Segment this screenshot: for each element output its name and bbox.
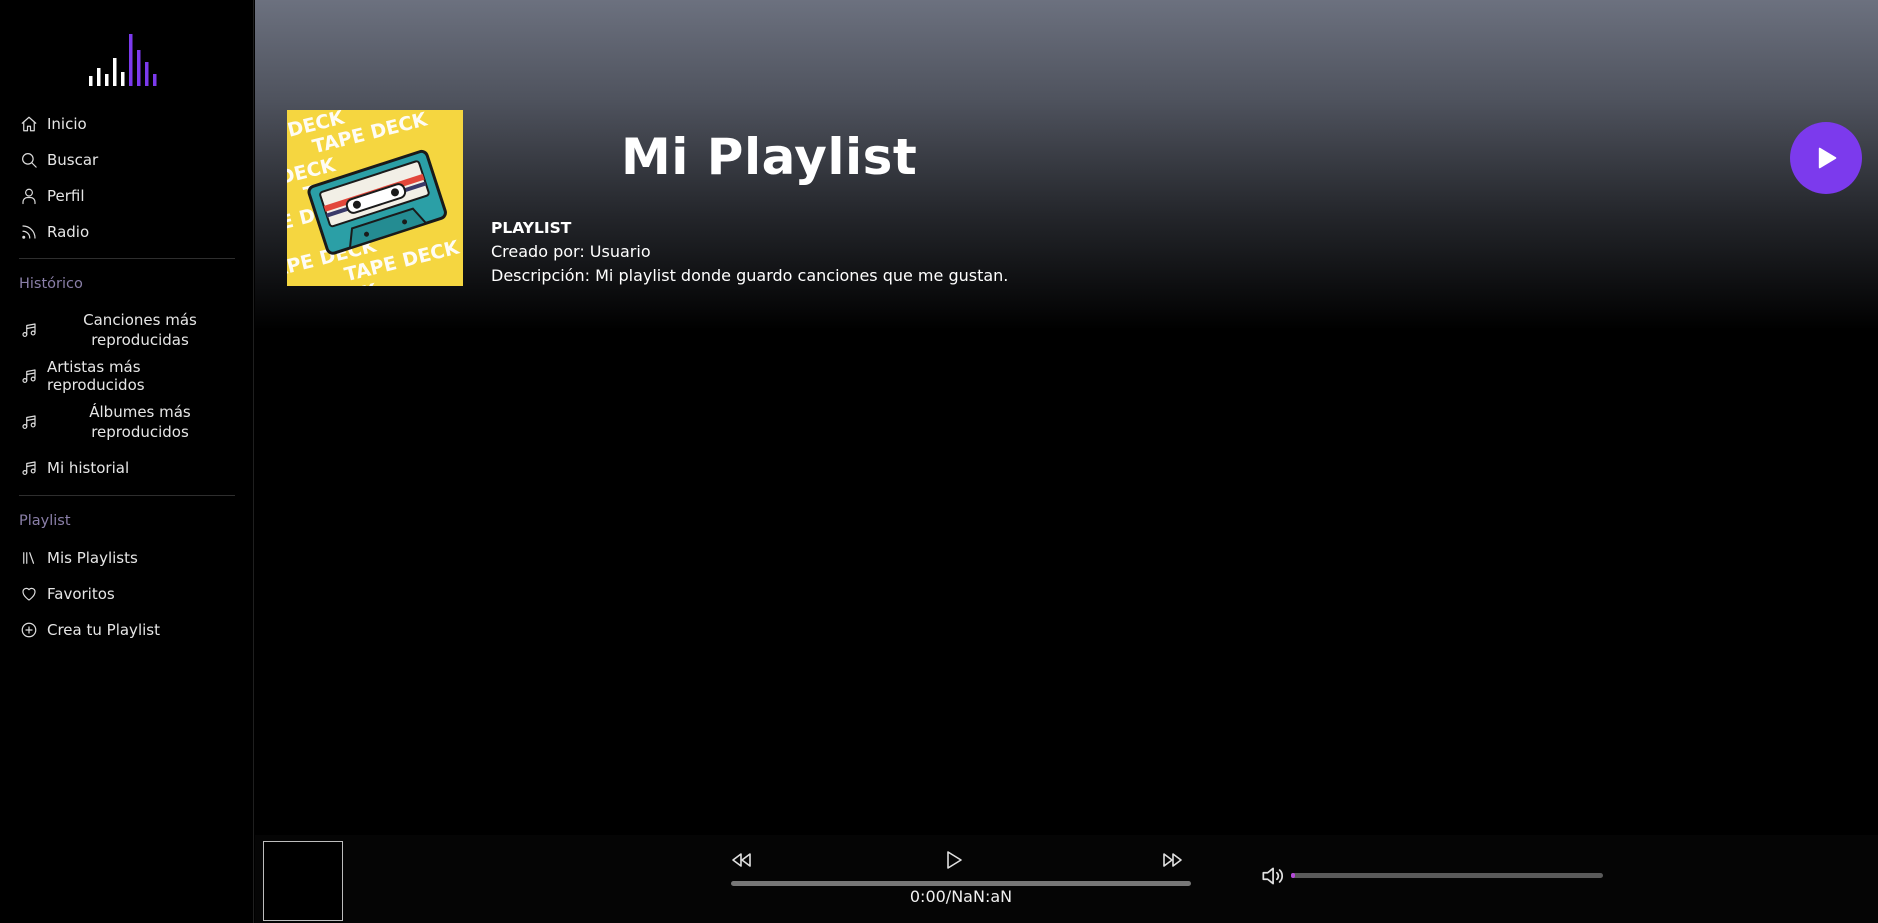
playlist-cover: TAPE DECK TAPE DECK TAPE DECK TAPE DECK … <box>287 110 463 286</box>
plus-circle-icon <box>19 620 39 640</box>
section-heading-playlist: Playlist <box>19 513 71 529</box>
nav-item-radio[interactable]: Radio <box>19 214 237 250</box>
nav-item-label: Favoritos <box>47 585 115 603</box>
nav-item-label: Álbumes más reproducidos <box>89 403 191 441</box>
playlist-title: Mi Playlist <box>621 128 918 186</box>
volume-icon <box>1262 867 1284 885</box>
playlist-nav: Mis Playlists Favoritos Crea tu Playlist <box>19 540 237 648</box>
home-icon <box>19 114 39 134</box>
play-icon <box>1818 147 1837 169</box>
rss-icon <box>19 222 39 242</box>
nav-item-label: Buscar <box>47 151 99 169</box>
historico-nav: Canciones más reproducidas Artistas más … <box>19 307 237 491</box>
nav-item-label: Artistas más reproducidos <box>47 358 145 394</box>
main-content: TAPE DECK TAPE DECK TAPE DECK TAPE DECK … <box>255 0 1878 835</box>
music-note-icon <box>19 366 39 386</box>
play-playlist-button[interactable] <box>1790 122 1862 194</box>
fast-forward-button[interactable] <box>1159 847 1185 873</box>
nav-item-crea-tu-playlist[interactable]: Crea tu Playlist <box>19 612 237 648</box>
cassette-cover-art: TAPE DECK TAPE DECK TAPE DECK TAPE DECK … <box>287 110 463 286</box>
sidebar: Inicio Buscar Perfil Radio Histórico Can… <box>0 0 254 923</box>
rewind-icon <box>732 853 751 867</box>
volume-slider-fill <box>1291 873 1295 878</box>
nav-item-label: Mis Playlists <box>47 549 138 567</box>
playlist-type-label: PLAYLIST <box>491 219 572 237</box>
volume-slider[interactable] <box>1291 873 1603 878</box>
search-icon <box>19 150 39 170</box>
nav-item-buscar[interactable]: Buscar <box>19 142 237 178</box>
nav-item-canciones-mas-reproducidas[interactable]: Canciones más reproducidas <box>19 307 237 353</box>
nav-item-mis-playlists[interactable]: Mis Playlists <box>19 540 237 576</box>
track-progress-bar[interactable] <box>731 881 1191 886</box>
now-playing-artwork <box>263 841 343 921</box>
section-heading-historico: Histórico <box>19 276 83 292</box>
playlist-description: Descripción: Mi playlist donde guardo ca… <box>491 266 1009 285</box>
nav-item-label: Inicio <box>47 115 87 133</box>
rewind-button[interactable] <box>729 847 755 873</box>
playlist-meta: PLAYLIST Creado por: Usuario Descripción… <box>491 216 1008 288</box>
player-bar: 0:00/NaN:aN <box>255 835 1878 923</box>
sidebar-divider <box>19 258 235 259</box>
user-icon <box>19 186 39 206</box>
nav-item-label: Perfil <box>47 187 85 205</box>
nav-item-inicio[interactable]: Inicio <box>19 106 237 142</box>
main-nav: Inicio Buscar Perfil Radio <box>19 106 237 250</box>
play-pause-button[interactable] <box>941 847 967 873</box>
playlist-creator: Creado por: Usuario <box>491 242 651 261</box>
heart-icon <box>19 584 39 604</box>
nav-item-mi-historial[interactable]: Mi historial <box>19 445 237 491</box>
nav-item-albumes-mas-reproducidos[interactable]: Álbumes más reproducidos <box>19 399 237 445</box>
nav-item-favoritos[interactable]: Favoritos <box>19 576 237 612</box>
nav-item-label: Mi historial <box>47 459 130 477</box>
nav-item-label: Radio <box>47 223 90 241</box>
track-time: 0:00/NaN:aN <box>909 887 1013 906</box>
nav-item-perfil[interactable]: Perfil <box>19 178 237 214</box>
sidebar-divider <box>19 495 235 496</box>
nav-item-label: Crea tu Playlist <box>47 621 160 639</box>
app-logo[interactable] <box>86 32 166 86</box>
music-note-icon <box>19 320 39 340</box>
music-note-icon <box>19 458 39 478</box>
nav-item-artistas-mas-reproducidos[interactable]: Artistas más reproducidos <box>19 353 237 399</box>
music-note-icon <box>19 412 39 432</box>
nav-item-label: Canciones más reproducidas <box>83 311 197 349</box>
volume-button[interactable] <box>1259 863 1285 889</box>
fast-forward-icon <box>1163 853 1182 867</box>
library-icon <box>19 548 39 568</box>
play-icon <box>947 851 962 869</box>
